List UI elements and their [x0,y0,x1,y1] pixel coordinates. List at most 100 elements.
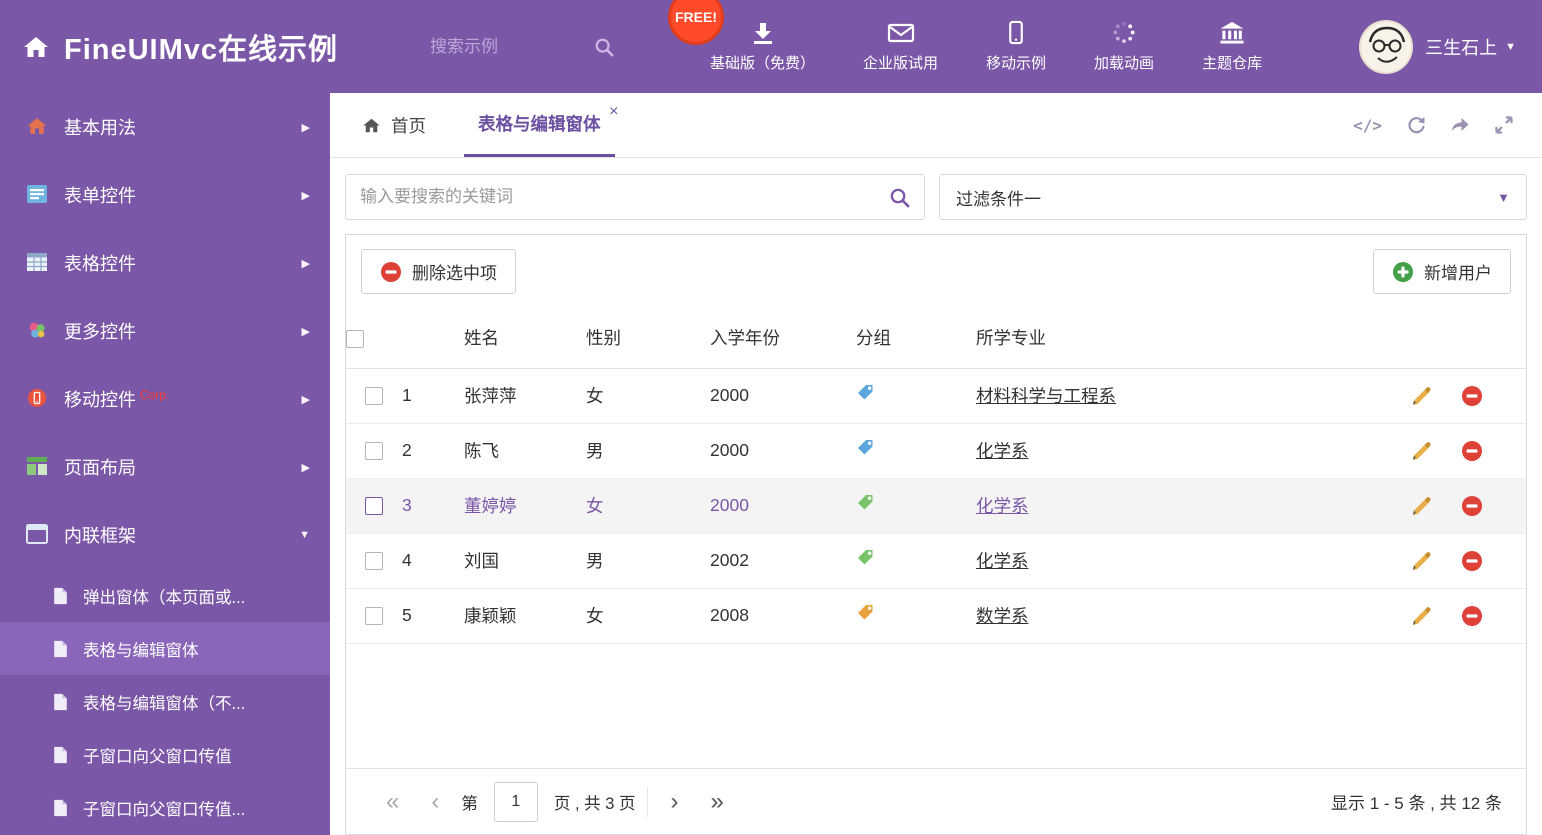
file-icon [52,587,69,604]
button-label: 新增用户 [1424,264,1492,283]
nav-mobile-demo[interactable]: 移动示例 [986,20,1046,73]
header-search-icon[interactable] [594,37,614,57]
row-checkbox[interactable] [365,607,383,626]
cell-gender: 女 [586,588,710,644]
table-row[interactable]: 5 康颖颖 女 2008 数学系 [346,588,1526,644]
delete-row-icon[interactable] [1461,385,1483,407]
edit-icon[interactable] [1410,385,1432,407]
content: 过滤条件一 ▼ 删除选中项 新增用户 [330,158,1542,835]
row-checkbox[interactable] [365,497,383,516]
column-header-year[interactable]: 入学年份 [710,308,856,369]
envelope-icon [887,21,915,45]
logo-area[interactable]: FineUIMvc在线示例 [0,26,420,68]
major-link[interactable]: 化学系 [976,496,1029,516]
fullscreen-icon[interactable] [1494,115,1514,135]
page-number-input[interactable] [493,781,538,822]
nav-basic-edition[interactable]: FREE! 基础版（免费） [668,0,815,73]
column-header-group[interactable]: 分组 [856,308,976,369]
delete-selected-button[interactable]: 删除选中项 [361,249,516,294]
spinner-icon [1111,20,1137,45]
column-header-gender[interactable]: 性别 [586,308,710,369]
file-icon [52,746,69,763]
sidebar-subitem-child-to-parent[interactable]: 子窗口向父窗口传值 [0,728,330,781]
sidebar-subitem-grid-edit-window[interactable]: 表格与编辑窗体 [0,622,330,675]
header-nav: FREE! 基础版（免费） 企业版试用 移动示例 加载动画 主题仓库 [668,0,1262,73]
delete-row-icon[interactable] [1461,605,1483,627]
sidebar-subitem-label: 弹出窗体（本页面或... [83,588,246,607]
bank-icon [1218,20,1246,45]
first-page-button[interactable]: « [370,788,415,816]
refresh-icon[interactable] [1406,115,1426,135]
sidebar-subitem-popup-window[interactable]: 弹出窗体（本页面或... [0,569,330,622]
close-icon[interactable]: × [609,103,618,121]
prev-page-button[interactable]: ‹ [415,788,455,816]
major-link[interactable]: 化学系 [976,441,1029,461]
keyword-search-input[interactable] [360,187,889,207]
sidebar-item-page-layout[interactable]: 页面布局 ▶ [0,433,330,501]
header-search-input[interactable] [430,36,580,57]
tag-icon[interactable] [856,603,876,623]
edit-icon[interactable] [1410,495,1432,517]
user-area[interactable]: 三生石上 ▼ [1359,19,1542,74]
cell-name: 张萍萍 [464,368,586,424]
cell-year: 2000 [710,423,856,479]
major-link[interactable]: 材料科学与工程系 [976,386,1116,406]
tag-icon[interactable] [856,548,876,568]
row-index: 3 [402,478,464,534]
column-header-name[interactable]: 姓名 [464,308,586,369]
add-user-button[interactable]: 新增用户 [1373,249,1511,294]
view-source-icon[interactable]: </> [1353,116,1382,135]
row-checkbox[interactable] [365,552,383,571]
sidebar-subitem-grid-edit-window-2[interactable]: 表格与编辑窗体（不... [0,675,330,728]
share-icon[interactable] [1450,115,1470,135]
sidebar-item-basic-usage[interactable]: 基本用法 ▶ [0,93,330,161]
delete-row-icon[interactable] [1461,550,1483,572]
cell-gender: 女 [586,478,710,534]
file-icon [52,799,69,816]
sidebar-item-form-controls[interactable]: 表单控件 ▶ [0,161,330,229]
last-page-button[interactable]: » [694,788,739,816]
sidebar-subitem-label: 子窗口向父窗口传值 [83,747,232,766]
delete-row-icon[interactable] [1461,495,1483,517]
edit-icon[interactable] [1410,550,1432,572]
row-checkbox[interactable] [365,387,383,406]
nav-enterprise-trial[interactable]: 企业版试用 [863,21,938,73]
edit-icon[interactable] [1410,605,1432,627]
sidebar-subitem-child-to-parent-2[interactable]: 子窗口向父窗口传值... [0,781,330,834]
tag-icon[interactable] [856,438,876,458]
major-link[interactable]: 数学系 [976,606,1029,626]
pager-divider [647,786,649,817]
sidebar-subitem-label: 子窗口向父窗口传值... [83,800,246,819]
table-row[interactable]: 2 陈飞 男 2000 化学系 [346,423,1526,479]
user-menu[interactable]: 三生石上 ▼ [1425,34,1516,60]
file-icon [52,693,69,710]
row-checkbox[interactable] [365,442,383,461]
flower-icon [26,320,48,342]
sidebar-item-inline-frame[interactable]: 内联框架 ▼ [0,501,330,569]
tab-grid-edit-window[interactable]: 表格与编辑窗体 × [464,93,619,157]
column-header-major[interactable]: 所学专业 [976,308,1410,369]
table-row[interactable]: 1 张萍萍 女 2000 材料科学与工程系 [346,368,1526,424]
nav-theme-repo[interactable]: 主题仓库 [1202,20,1262,73]
table-row[interactable]: 4 刘国 男 2002 化学系 [346,533,1526,589]
select-all-checkbox[interactable] [346,329,364,348]
sidebar-item-grid-controls[interactable]: 表格控件 ▶ [0,229,330,297]
major-link[interactable]: 化学系 [976,551,1029,571]
tab-home[interactable]: 首页 [348,93,440,157]
next-page-button[interactable]: › [654,788,694,816]
tag-icon[interactable] [856,383,876,403]
chevron-right-icon: ▶ [301,257,310,270]
chevron-right-icon: ▶ [301,189,310,202]
avatar[interactable] [1359,19,1414,74]
tag-icon[interactable] [856,493,876,513]
frame-icon [26,524,48,546]
search-icon[interactable] [889,187,910,208]
nav-loading-animation[interactable]: 加载动画 [1094,20,1154,73]
chevron-right-icon: ▶ [301,393,310,406]
sidebar-item-more-controls[interactable]: 更多控件 ▶ [0,297,330,365]
table-row-selected[interactable]: 3 董婷婷 女 2000 化学系 [346,478,1526,534]
filter-dropdown[interactable]: 过滤条件一 ▼ [939,174,1527,220]
delete-row-icon[interactable] [1461,440,1483,462]
sidebar-item-mobile-controls[interactable]: 移动控件 Corp. ▶ [0,365,330,433]
edit-icon[interactable] [1410,440,1432,462]
